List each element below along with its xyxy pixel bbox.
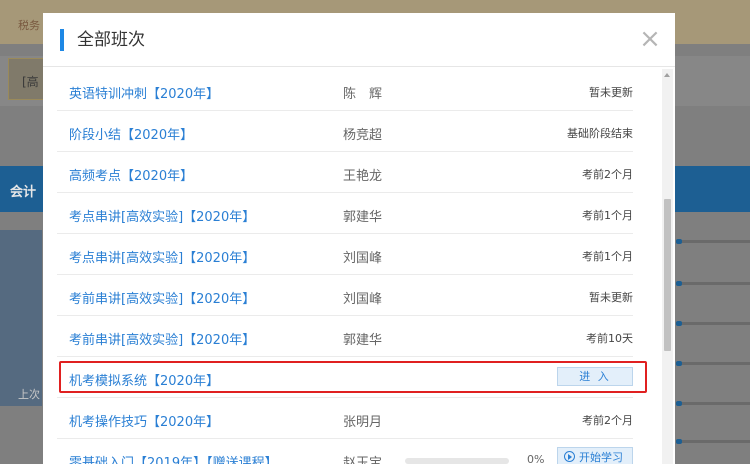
class-name-link[interactable]: 高频考点【2020年】 [69,165,193,184]
background-filter-text: [高 [22,75,39,89]
class-status: 考前1个月 [582,209,633,222]
class-name-link[interactable]: 零基础入门【2019年】【赠送课程】 [69,452,278,464]
teacher-name: 赵玉宝 [343,456,383,464]
scroll-up-arrow-icon[interactable] [664,73,670,77]
scroll-thumb[interactable] [664,199,671,351]
background-progress-bar [676,239,750,244]
class-status: 考前2个月 [582,414,633,427]
progress-percent: 0% [527,453,545,464]
modal-title: 全部班次 [77,30,145,50]
modal-header: 全部班次 × [43,13,675,67]
play-icon [564,451,575,462]
start-study-button[interactable]: 开始学习 [557,447,633,464]
class-row: 零基础入门【2019年】【赠送课程】 赵玉宝 0% 开始学习 [57,440,633,464]
background-progress-bar [676,281,750,286]
class-name-link[interactable]: 考点串讲[高效实验]【2020年】 [69,206,255,225]
all-classes-modal: 全部班次 × 英语特训冲刺【2020年】 陈 辉 暂未更新 阶段小结【2020年… [43,13,675,464]
close-icon[interactable]: × [637,26,663,52]
highlight-annotation-box [59,361,647,393]
class-status: 考前10天 [586,332,633,345]
background-topbar-text: 税务 [18,19,40,32]
class-name-link[interactable]: 机考操作技巧【2020年】 [69,411,219,430]
class-name-link[interactable]: 考前串讲[高效实验]【2020年】 [69,288,255,307]
teacher-name: 王艳龙 [343,169,383,184]
background-progress-bar [676,321,750,326]
class-list: 英语特训冲刺【2020年】 陈 辉 暂未更新 阶段小结【2020年】 杨竞超 基… [57,71,661,464]
class-row: 考点串讲[高效实验]【2020年】 郭建华 考前1个月 [57,194,633,234]
teacher-name: 郭建华 [343,210,383,225]
background-progress-bar [676,401,750,406]
class-status: 暂未更新 [589,291,633,304]
class-row: 考点串讲[高效实验]【2020年】 刘国峰 考前1个月 [57,235,633,275]
class-status: 考前1个月 [582,250,633,263]
teacher-name: 郭建华 [343,333,383,348]
background-progress-bar [676,439,750,444]
class-name-link[interactable]: 考前串讲[高效实验]【2020年】 [69,329,255,348]
background-course-label: 会计 [10,185,37,200]
class-row: 英语特训冲刺【2020年】 陈 辉 暂未更新 [57,71,633,111]
teacher-name: 陈 辉 [343,87,383,102]
class-row: 阶段小结【2020年】 杨竞超 基础阶段结束 [57,112,633,152]
class-name-link[interactable]: 阶段小结【2020年】 [69,124,193,143]
teacher-name: 张明月 [343,415,383,430]
class-name-link[interactable]: 考点串讲[高效实验]【2020年】 [69,247,255,266]
teacher-name: 刘国峰 [343,292,383,307]
scrollbar[interactable] [662,69,673,464]
class-status: 暂未更新 [589,86,633,99]
class-row: 高频考点【2020年】 王艳龙 考前2个月 [57,153,633,193]
study-progress-bar [405,458,509,464]
class-name-link[interactable]: 英语特训冲刺【2020年】 [69,83,219,102]
background-course-banner-right [674,166,750,212]
background-progress-bar [676,361,750,366]
class-row: 考前串讲[高效实验]【2020年】 郭建华 考前10天 [57,317,633,357]
class-row: 考前串讲[高效实验]【2020年】 刘国峰 暂未更新 [57,276,633,316]
background-course-image [0,230,42,406]
class-status: 考前2个月 [582,168,633,181]
class-row: 机考操作技巧【2020年】 张明月 考前2个月 [57,399,633,439]
teacher-name: 杨竞超 [343,128,383,143]
teacher-name: 刘国峰 [343,251,383,266]
title-accent-bar [60,29,64,51]
class-status: 基础阶段结束 [567,127,633,140]
start-study-label: 开始学习 [579,451,623,464]
background-image-caption: 上次 [18,388,40,401]
